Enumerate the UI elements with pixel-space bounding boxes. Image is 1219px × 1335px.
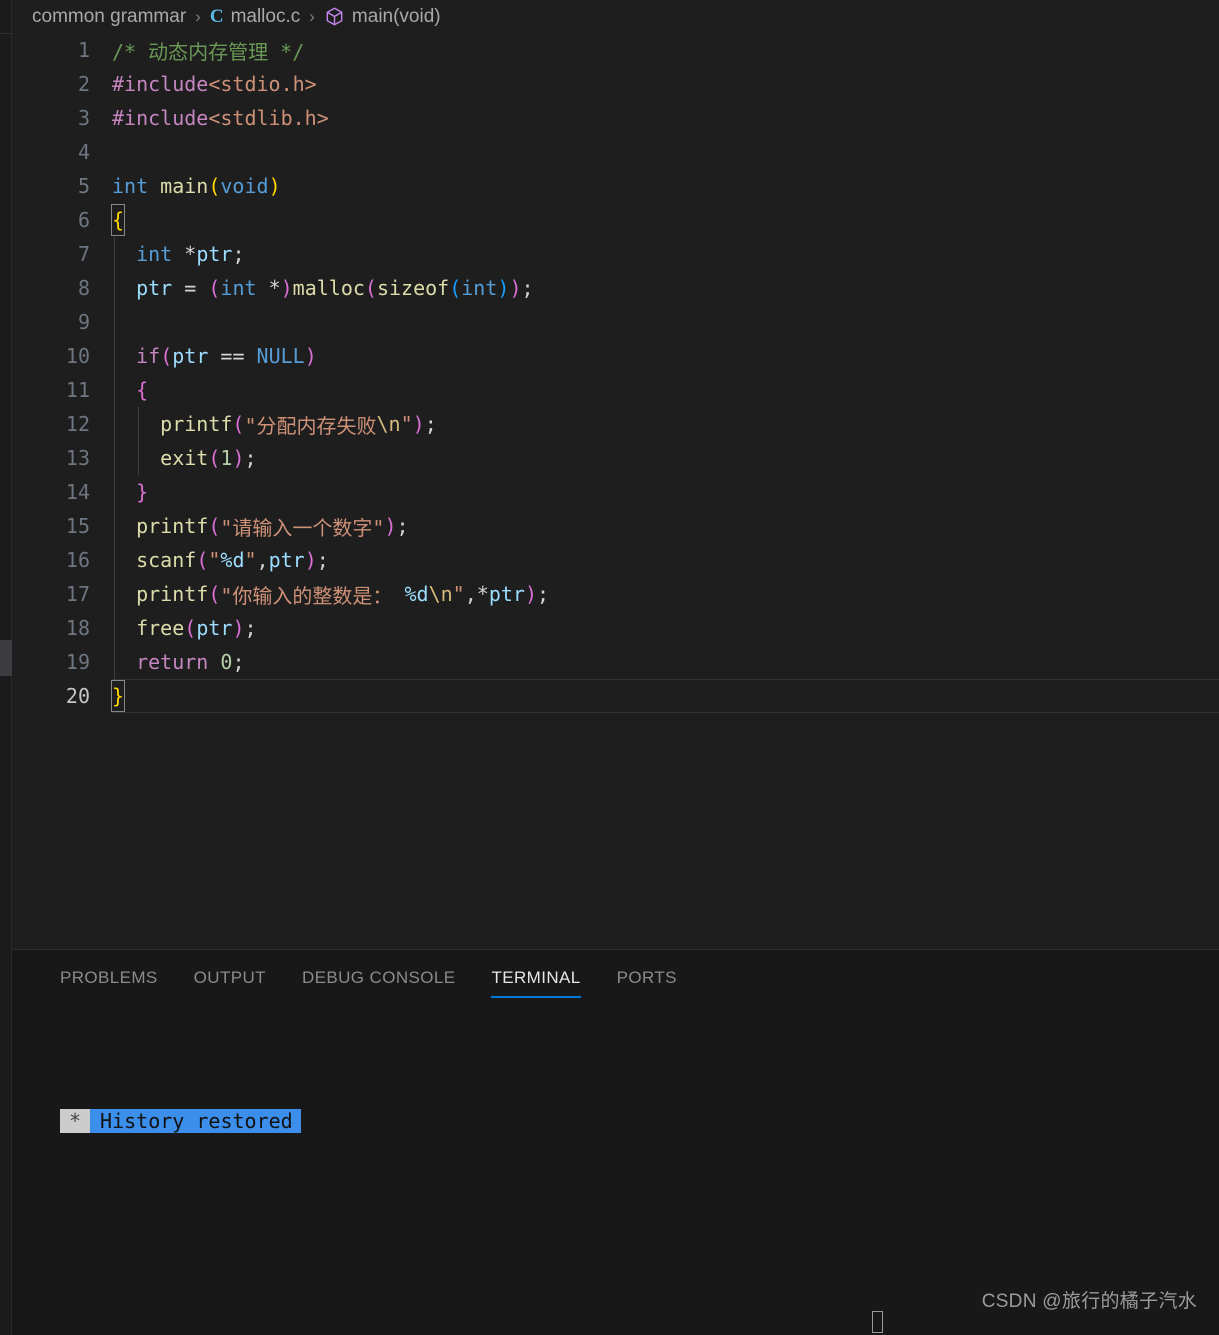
code-line[interactable]: 16 scanf(" %d ", ptr);: [12, 543, 1219, 577]
line-number: 20: [65, 684, 90, 708]
tab-output[interactable]: OUTPUT: [194, 958, 266, 998]
tab-label: PORTS: [616, 968, 677, 987]
code-line[interactable]: 11 {: [12, 373, 1219, 407]
line-content: {: [112, 373, 1219, 407]
line-number: 6: [77, 208, 90, 232]
line-number: 9: [77, 310, 90, 334]
code-line[interactable]: 4: [12, 135, 1219, 169]
line-content: [112, 135, 1219, 169]
line-content: scanf(" %d ", ptr);: [112, 543, 1219, 577]
tab-problems[interactable]: PROBLEMS: [60, 958, 158, 998]
breadcrumb-symbol-label: main(void): [351, 5, 441, 27]
code-line[interactable]: 17 printf("你输入的整数是： %d \n ", * ptr);: [12, 577, 1219, 611]
line-content: printf("你输入的整数是： %d \n ", * ptr);: [112, 577, 1219, 611]
breadcrumb: common grammar › C malloc.c › main(void): [12, 0, 1219, 33]
line-number: 17: [65, 582, 90, 606]
line-number: 5: [77, 174, 90, 198]
line-number: 2: [77, 72, 90, 96]
line-number: 7: [77, 242, 90, 266]
code-line[interactable]: 18 free(ptr);: [12, 611, 1219, 645]
line-content: #include <stdlib.h>: [112, 106, 329, 130]
line-content: {: [110, 203, 1219, 237]
code-line[interactable]: 9: [12, 305, 1219, 339]
breadcrumb-item-file[interactable]: C malloc.c: [210, 6, 300, 28]
line-number: 4: [77, 140, 90, 164]
line-content: if(ptr == NULL): [112, 339, 1219, 373]
code-lines: 1 /* 动态内存管理 */ 2 #include <stdio.h> 3 #in…: [12, 33, 1219, 713]
c-file-icon: C: [209, 5, 224, 27]
line-content: ptr = (int *) malloc(sizeof(int));: [112, 271, 1219, 305]
line-content: /* 动态内存管理 */: [112, 39, 305, 64]
line-number: 13: [65, 446, 90, 470]
editor-left-strip: [0, 0, 12, 1335]
code-line[interactable]: 2 #include <stdio.h>: [12, 67, 1219, 101]
cube-symbol-icon: [324, 6, 345, 27]
code-line[interactable]: 1 /* 动态内存管理 */: [12, 33, 1219, 67]
line-number: 14: [65, 480, 90, 504]
history-restored-label: History restored: [90, 1109, 301, 1133]
line-content: #include <stdio.h>: [112, 72, 317, 96]
tab-label: TERMINAL: [491, 968, 581, 987]
line-number: 10: [65, 344, 90, 368]
tab-debug-console[interactable]: DEBUG CONSOLE: [302, 958, 456, 998]
code-line[interactable]: 7 int * ptr;: [12, 237, 1219, 271]
line-content: }: [110, 679, 1219, 713]
line-number: 3: [77, 106, 90, 130]
tab-terminal[interactable]: TERMINAL: [491, 958, 581, 998]
breadcrumb-item-symbol[interactable]: main(void): [324, 6, 441, 28]
code-line[interactable]: 3 #include <stdlib.h>: [12, 101, 1219, 135]
code-line[interactable]: 14 }: [12, 475, 1219, 509]
line-content: printf("请输入一个数字");: [112, 509, 1219, 543]
tab-label: OUTPUT: [193, 968, 266, 987]
breadcrumb-file-label: malloc.c: [230, 5, 301, 27]
line-content: free(ptr);: [112, 611, 1219, 645]
line-content: exit(1);: [112, 441, 1219, 475]
code-line[interactable]: 12 printf("分配内存失败 \n ");: [12, 407, 1219, 441]
tab-label: DEBUG CONSOLE: [301, 968, 456, 987]
line-content: int * ptr;: [112, 237, 1219, 271]
code-line[interactable]: 5 int main(void): [12, 169, 1219, 203]
tab-ports[interactable]: PORTS: [617, 958, 677, 998]
bottom-panel: PROBLEMS OUTPUT DEBUG CONSOLE TERMINAL P…: [12, 950, 1219, 1335]
csdn-watermark: CSDN @旅行的橘子汽水: [981, 1291, 1197, 1312]
terminal-cursor: [872, 1311, 883, 1333]
terminal-line-history-restored-1: * History restored: [60, 1107, 1219, 1136]
tab-label: PROBLEMS: [60, 968, 158, 987]
code-line[interactable]: 6 {: [12, 203, 1219, 237]
history-star-badge: *: [60, 1109, 91, 1133]
code-line-active[interactable]: 20 }: [12, 679, 1219, 713]
code-line[interactable]: 19 return 0;: [12, 645, 1219, 679]
breadcrumb-separator-icon-2: ›: [309, 6, 315, 26]
panel-tab-bar: PROBLEMS OUTPUT DEBUG CONSOLE TERMINAL P…: [12, 950, 1219, 1006]
breadcrumb-separator-icon: ›: [195, 6, 201, 26]
line-content: [112, 305, 1219, 339]
breadcrumb-item-folder[interactable]: common grammar: [32, 6, 186, 28]
line-content: printf("分配内存失败 \n ");: [112, 407, 1219, 441]
line-number: 11: [65, 378, 90, 402]
vscode-window: common grammar › C malloc.c › main(void): [0, 0, 1219, 1335]
breadcrumb-folder-label: common grammar: [32, 5, 187, 27]
line-content: }: [112, 475, 1219, 509]
line-number: 8: [77, 276, 90, 300]
line-number: 18: [65, 616, 90, 640]
vertical-scrollbar-thumb[interactable]: [0, 640, 12, 676]
line-content: return 0;: [112, 645, 1219, 679]
strip-seam: [0, 33, 12, 34]
line-number: 1: [77, 38, 90, 62]
line-number: 12: [65, 412, 90, 436]
code-line[interactable]: 10 if(ptr == NULL): [12, 339, 1219, 373]
matching-bracket: {: [110, 204, 126, 236]
matching-bracket: }: [110, 680, 126, 712]
line-number: 16: [65, 548, 90, 572]
code-line[interactable]: 15 printf("请输入一个数字");: [12, 509, 1219, 543]
code-line[interactable]: 13 exit(1);: [12, 441, 1219, 475]
code-line[interactable]: 8 ptr = (int *) malloc(sizeof(int));: [12, 271, 1219, 305]
code-editor[interactable]: 1 /* 动态内存管理 */ 2 #include <stdio.h> 3 #in…: [12, 33, 1219, 950]
line-number: 19: [65, 650, 90, 674]
line-number: 15: [65, 514, 90, 538]
line-content: int main(void): [112, 174, 281, 198]
